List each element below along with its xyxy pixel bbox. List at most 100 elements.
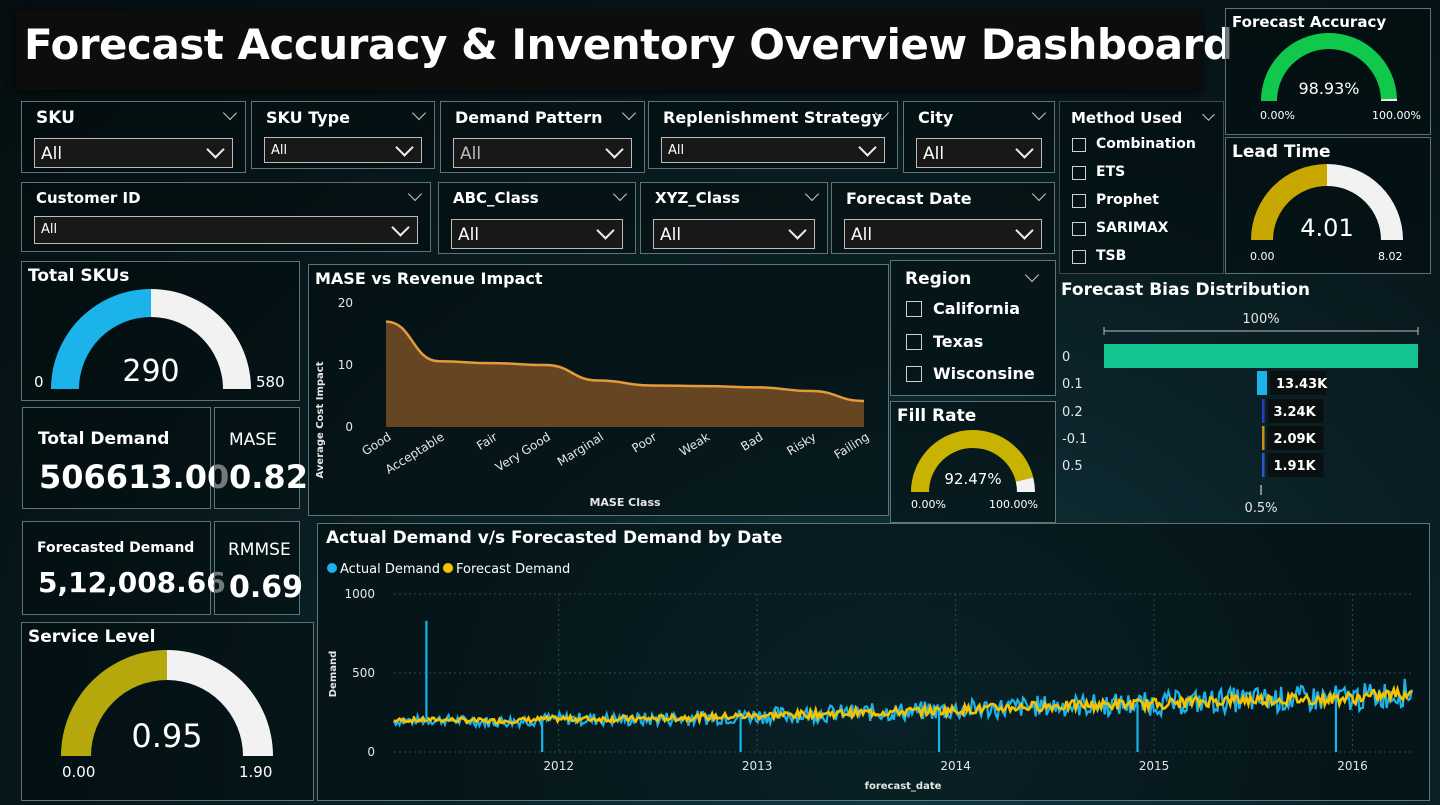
sku-slicer[interactable]: SKU All: [21, 101, 246, 173]
total-skus-value: 290: [122, 354, 180, 389]
customer-id-label: Customer ID: [36, 189, 141, 207]
method-option-label: SARIMAX: [1096, 220, 1169, 236]
demand-pattern-dropdown[interactable]: All: [453, 138, 632, 168]
rmmse-label: RMMSE: [228, 540, 291, 560]
forecasted-demand-card: Forecasted Demand 5,12,008.66: [22, 521, 226, 615]
mase-revenue-ylabel: Average Cost Impact: [315, 361, 326, 478]
lead-time-min: 0.00: [1250, 250, 1275, 263]
bias-bar[interactable]: [1262, 453, 1265, 477]
dropdown-arrow-icon[interactable]: [858, 138, 877, 157]
chevron-down-icon[interactable]: [1031, 105, 1047, 121]
abc-class-label: ABC_Class: [453, 189, 539, 207]
region-slicer[interactable]: Region California Texas Wisconsine: [890, 260, 1056, 396]
y-tick-label: 20: [338, 296, 353, 310]
demand-line-xlabel: forecast_date: [865, 781, 942, 792]
mase-label: MASE: [229, 430, 277, 450]
bias-top-label: 100%: [1242, 312, 1279, 327]
method-used-slicer[interactable]: Method Used Combination ETS Prophet SARI…: [1059, 101, 1224, 274]
method-option-label: Combination: [1096, 136, 1196, 152]
replenishment-slicer[interactable]: Replenishment Strategy All: [648, 101, 898, 169]
checkbox[interactable]: [1072, 138, 1086, 152]
dropdown-arrow-icon[interactable]: [206, 140, 225, 159]
customer-id-slicer[interactable]: Customer ID All: [21, 182, 431, 252]
chevron-down-icon[interactable]: [804, 186, 820, 202]
total-skus-card: Total SKUs 290 0 580: [21, 261, 300, 401]
service-level-card: Service Level 0.95 0.00 1.90: [21, 622, 314, 801]
city-slicer[interactable]: City All: [903, 101, 1055, 173]
chevron-down-icon[interactable]: [621, 105, 637, 121]
method-option-label: TSB: [1096, 248, 1127, 264]
x-tick-label: 2014: [940, 759, 971, 773]
dropdown-arrow-icon[interactable]: [596, 221, 615, 240]
chevron-down-icon[interactable]: [1031, 186, 1047, 202]
x-tick-label: Bad: [738, 430, 765, 454]
y-tick-label: 0: [367, 745, 375, 759]
chevron-down-icon[interactable]: [1202, 108, 1215, 121]
method-option-label: Prophet: [1096, 192, 1159, 208]
total-demand-label: Total Demand: [38, 429, 170, 449]
x-tick-label: Marginal: [555, 430, 606, 469]
chevron-down-icon[interactable]: [407, 186, 423, 202]
checkbox[interactable]: [1072, 250, 1086, 264]
checkbox[interactable]: [1072, 166, 1086, 180]
sku-dropdown[interactable]: All: [34, 138, 233, 168]
x-tick-label: Risky: [784, 430, 818, 459]
checkbox[interactable]: [906, 366, 922, 382]
replenishment-dropdown[interactable]: All: [661, 137, 885, 163]
service-level-max: 1.90: [239, 763, 273, 781]
checkbox[interactable]: [906, 301, 922, 317]
xyz-class-slicer[interactable]: XYZ_Class All: [640, 182, 828, 254]
chevron-down-icon[interactable]: [222, 105, 238, 121]
forecast-date-dropdown[interactable]: All: [844, 219, 1042, 249]
customer-id-dropdown[interactable]: All: [34, 216, 418, 244]
dropdown-arrow-icon[interactable]: [605, 140, 624, 159]
bias-bar[interactable]: [1262, 426, 1265, 450]
dropdown-arrow-icon[interactable]: [1015, 221, 1034, 240]
forecast-date-slicer[interactable]: Forecast Date All: [831, 182, 1055, 254]
city-dropdown[interactable]: All: [916, 138, 1042, 168]
dropdown-arrow-icon[interactable]: [788, 221, 807, 240]
bias-bar[interactable]: [1104, 344, 1418, 368]
xyz-class-dropdown[interactable]: All: [653, 219, 815, 249]
sku-type-slicer[interactable]: SKU Type All: [251, 101, 435, 169]
demand-pattern-slicer[interactable]: Demand Pattern All: [440, 101, 645, 173]
replenishment-label: Replenishment Strategy: [663, 108, 883, 127]
checkbox[interactable]: [906, 334, 922, 350]
region-option-label: California: [933, 299, 1021, 318]
sku-slicer-label: SKU: [36, 108, 75, 128]
x-tick-label: Very Good: [493, 430, 553, 475]
y-tick-label: 500: [352, 666, 375, 680]
bias-bar[interactable]: [1262, 399, 1265, 423]
dropdown-arrow-icon[interactable]: [1015, 140, 1034, 159]
lead-time-max: 8.02: [1378, 250, 1403, 263]
checkbox[interactable]: [1072, 222, 1086, 236]
city-label: City: [918, 108, 954, 127]
lead-time-card: Lead Time 4.01 0.00 8.02: [1225, 137, 1431, 274]
fill-rate-value: 92.47%: [944, 470, 1002, 488]
checkbox[interactable]: [1072, 194, 1086, 208]
forecasted-demand-value: 5,12,008.66: [38, 566, 226, 599]
dropdown-arrow-icon[interactable]: [391, 218, 410, 237]
rmmse-card: RMMSE 0.69: [214, 521, 303, 615]
bias-category-label: 0.1: [1062, 377, 1083, 392]
region-label: Region: [905, 269, 972, 289]
demand-pattern-label: Demand Pattern: [455, 108, 603, 127]
bias-bottom-bar: [1260, 485, 1262, 495]
xyz-class-value: All: [660, 225, 682, 245]
sku-value: All: [41, 144, 63, 164]
total-demand-card: Total Demand 506613.00: [22, 407, 229, 509]
total-skus-min: 0: [34, 373, 44, 391]
chevron-down-icon[interactable]: [612, 186, 628, 202]
sku-type-dropdown[interactable]: All: [264, 137, 422, 163]
chevron-down-icon[interactable]: [1024, 267, 1040, 283]
chevron-down-icon[interactable]: [411, 105, 427, 121]
bias-bar[interactable]: [1257, 371, 1267, 395]
dropdown-arrow-icon[interactable]: [395, 138, 414, 157]
abc-class-dropdown[interactable]: All: [451, 219, 623, 249]
actual-demand-line: [393, 678, 1414, 730]
x-tick-label: Failing: [832, 430, 872, 462]
x-tick-label: Poor: [629, 430, 659, 456]
abc-class-slicer[interactable]: ABC_Class All: [438, 182, 636, 254]
forecast-accuracy-max: 100.00%: [1372, 109, 1421, 122]
sku-type-label: SKU Type: [266, 108, 350, 127]
